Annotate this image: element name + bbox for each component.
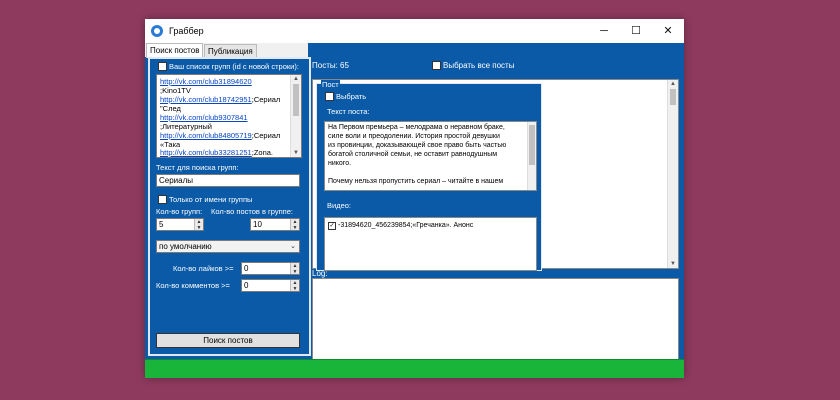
scroll-down-icon[interactable]: ▼ [291,150,301,156]
video-label: Видео: [327,201,351,210]
posts-list[interactable]: Пост Выбрать Текст поста: На Первом прем… [312,79,679,271]
sort-select[interactable]: по умолчанию ⌄ [156,240,300,253]
post-text-box[interactable]: На Первом премьера – мелодрама о неравно… [324,121,537,191]
group-link[interactable]: http://vk.com/club9307841 [160,113,248,122]
posts-count: Посты: 65 [312,61,349,70]
app-window: Граббер ─ ☐ ✕ Поиск постов Публикация Ва… [145,19,684,378]
app-icon [151,25,163,37]
search-text-label: Текст для поиска групп: [156,163,239,172]
stepper-arrows-icon[interactable]: ▲ ▼ [290,219,299,231]
posts-list-scrollbar[interactable]: ▲ ▼ [667,80,678,268]
groups-list-scrollbar[interactable]: ▲ ▼ [290,75,301,157]
group-link[interactable]: http://vk.com/club84805719 [160,131,252,140]
minimize-button[interactable]: ─ [589,19,619,43]
close-button[interactable]: ✕ [653,19,683,43]
groups-list-label: Ваш список групп (id с новой строки): [169,62,299,71]
comments-label: Кол-во комментов >= [156,281,230,290]
group-link[interactable]: http://vk.com/club31894620 [160,77,252,86]
likes-stepper[interactable]: 0 ▲ ▼ [241,262,300,275]
group-link[interactable]: http://vk.com/club18742951 [160,95,252,104]
scroll-thumb[interactable] [670,89,676,105]
tab-strip: Поиск постов Публикация [145,43,308,58]
posts-area: Посты: 65 Выбрать все посты Пост Выбрать… [310,57,682,369]
post-text-label: Текст поста: [327,107,370,116]
post-text-scrollbar[interactable] [527,122,536,190]
groups-list-checkbox[interactable] [158,62,167,71]
log-textbox[interactable] [312,278,679,369]
search-settings-panel: Ваш список групп (id с новой строки): ht… [148,57,311,356]
post-card: Пост Выбрать Текст поста: На Первом прем… [316,80,542,271]
search-text-input[interactable]: Сериалы [156,174,300,187]
groups-list-textarea[interactable]: http://vk.com/club31894620 ;Kino1TV http… [156,74,302,158]
scroll-thumb[interactable] [529,125,535,165]
search-posts-button[interactable]: Поиск постов [156,333,300,348]
posts-count-stepper[interactable]: 10 ▲ ▼ [250,218,300,231]
stepper-arrows-icon[interactable]: ▲ ▼ [290,280,299,292]
log-label: Log: [312,269,328,278]
select-all-checkbox[interactable] [432,61,441,70]
stepper-arrows-icon[interactable]: ▲ ▼ [194,219,203,231]
client-area: Поиск постов Публикация Ваш список групп… [145,43,684,378]
posts-count-label: Кол-во постов в группе: [211,207,293,216]
group-link[interactable]: http://vk.com/club33281251 [160,148,252,157]
groups-count-label: Кол-во групп: [156,207,203,216]
only-group-checkbox[interactable] [158,195,167,204]
progress-bar [145,359,684,378]
tab-post-search[interactable]: Поиск постов [146,43,204,58]
only-group-label: Только от имени группы [169,195,253,204]
title-bar: Граббер ─ ☐ ✕ [145,19,684,43]
groups-count-stepper[interactable]: 5 ▲ ▼ [156,218,204,231]
scroll-thumb[interactable] [293,84,299,116]
maximize-button[interactable]: ☐ [621,19,651,43]
video-list[interactable]: ✓ -31894620_456239854;«Гречанка». Анонс [324,217,537,271]
chevron-down-icon: ⌄ [290,243,296,250]
window-title: Граббер [169,26,204,36]
select-all-label: Выбрать все посты [443,61,515,70]
stepper-arrows-icon[interactable]: ▲ ▼ [290,263,299,275]
scroll-up-icon[interactable]: ▲ [291,76,301,82]
post-select-checkbox[interactable] [325,92,334,101]
scroll-up-icon[interactable]: ▲ [668,81,678,87]
tab-publication[interactable]: Публикация [204,44,257,58]
scroll-down-icon[interactable]: ▼ [668,261,678,267]
likes-label: Кол-во лайков >= [173,264,234,273]
video-item[interactable]: -31894620_456239854;«Гречанка». Анонс [338,222,473,229]
video-checkbox[interactable]: ✓ [328,222,336,230]
post-select-label: Выбрать [336,92,367,101]
comments-stepper[interactable]: 0 ▲ ▼ [241,279,300,292]
post-group-title: Пост [321,80,340,89]
